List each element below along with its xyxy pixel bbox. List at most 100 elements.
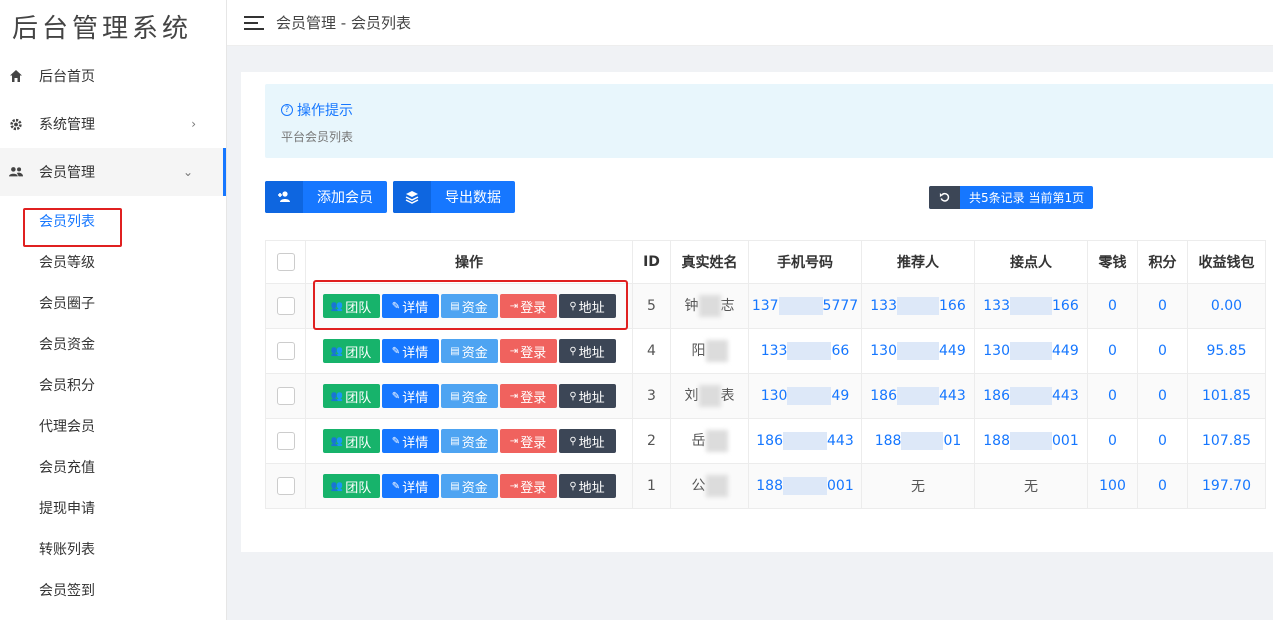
- refresh-icon[interactable]: [929, 186, 960, 209]
- node-cell[interactable]: 186 443: [974, 373, 1088, 419]
- login-button[interactable]: ⇥ 登录: [499, 429, 557, 453]
- login-button[interactable]: ⇥ 登录: [499, 474, 557, 498]
- detail-button[interactable]: ✎ 详情: [381, 429, 439, 453]
- change-cell[interactable]: 0: [1087, 418, 1138, 464]
- row-select-cell: [265, 418, 306, 464]
- header-phone: 手机号码: [748, 240, 862, 284]
- submenu-item-member-level[interactable]: 会员等级: [0, 241, 226, 282]
- team-button[interactable]: 👥 团队: [322, 384, 380, 408]
- row-checkbox[interactable]: [276, 342, 295, 360]
- submenu-item-agent-member[interactable]: 代理会员: [0, 405, 226, 446]
- points-cell[interactable]: 0: [1137, 418, 1188, 464]
- masked-text: [1010, 432, 1052, 450]
- node-cell[interactable]: 133 166: [974, 283, 1088, 329]
- points-cell[interactable]: 0: [1137, 373, 1188, 419]
- phone-cell[interactable]: 186 443: [748, 418, 862, 464]
- wallet-cell[interactable]: 95.85: [1187, 328, 1266, 374]
- address-button[interactable]: ⚲ 地址: [558, 474, 616, 498]
- records-info: 共5条记录 当前第1页: [929, 186, 1094, 209]
- home-icon: [9, 69, 23, 83]
- address-button[interactable]: ⚲ 地址: [558, 429, 616, 453]
- add-member-button[interactable]: 添加会员: [265, 181, 387, 213]
- address-button[interactable]: ⚲ 地址: [558, 294, 616, 318]
- phone-cell[interactable]: 137 5777: [748, 283, 862, 329]
- change-cell[interactable]: 0: [1087, 328, 1138, 374]
- fund-button[interactable]: ▤ 资金: [440, 339, 498, 363]
- node-cell[interactable]: 188 001: [974, 418, 1088, 464]
- row-checkbox[interactable]: [276, 297, 295, 315]
- sign-in-icon: ⇥: [509, 345, 519, 357]
- detail-button[interactable]: ✎ 详情: [381, 384, 439, 408]
- id-cell: 4: [632, 328, 671, 374]
- masked-text: [705, 430, 728, 452]
- change-cell[interactable]: 100: [1087, 463, 1138, 509]
- phone-cell[interactable]: 188 001: [748, 463, 862, 509]
- select-all-checkbox[interactable]: [276, 253, 295, 271]
- sidebar-item-home[interactable]: 后台首页: [0, 52, 226, 100]
- referrer-cell[interactable]: 130 449: [861, 328, 975, 374]
- points-cell[interactable]: 0: [1137, 328, 1188, 374]
- submenu-item-member-signin[interactable]: 会员签到: [0, 569, 226, 610]
- team-button[interactable]: 👥 团队: [322, 294, 380, 318]
- submenu-item-member-circle[interactable]: 会员圈子: [0, 282, 226, 323]
- wallet-cell[interactable]: 101.85: [1187, 373, 1266, 419]
- address-button[interactable]: ⚲ 地址: [558, 384, 616, 408]
- fund-button[interactable]: ▤ 资金: [440, 474, 498, 498]
- team-button[interactable]: 👥 团队: [322, 474, 380, 498]
- detail-button[interactable]: ✎ 详情: [381, 294, 439, 318]
- referrer-cell[interactable]: 186 443: [861, 373, 975, 419]
- pencil-icon: ✎: [391, 435, 401, 447]
- row-checkbox[interactable]: [276, 432, 295, 450]
- points-cell[interactable]: 0: [1137, 463, 1188, 509]
- ops-cell: 👥 团队 ✎ 详情 ▤ 资金 ⇥ 登录 ⚲ 地址: [305, 328, 633, 374]
- sidebar: 后台管理系统 后台首页 系统管理 › 会员管理 ⌄ 会员列表 会员等级 会员圈子…: [0, 0, 227, 620]
- submenu-item-member-fund[interactable]: 会员资金: [0, 323, 226, 364]
- address-button[interactable]: ⚲ 地址: [558, 339, 616, 363]
- change-cell[interactable]: 0: [1087, 373, 1138, 419]
- change-cell[interactable]: 0: [1087, 283, 1138, 329]
- header-referrer: 推荐人: [861, 240, 975, 284]
- users-icon: 👥: [330, 345, 344, 357]
- row-select-cell: [265, 373, 306, 419]
- fund-button[interactable]: ▤ 资金: [440, 429, 498, 453]
- users-icon: [9, 165, 23, 179]
- sidebar-item-label: 后台首页: [39, 69, 95, 85]
- wallet-icon: ▤: [450, 390, 460, 402]
- fund-button[interactable]: ▤ 资金: [440, 294, 498, 318]
- sidebar-item-members[interactable]: 会员管理 ⌄: [0, 148, 226, 196]
- row-select-cell: [265, 328, 306, 374]
- phone-cell[interactable]: 133 66: [748, 328, 862, 374]
- team-button[interactable]: 👥 团队: [322, 429, 380, 453]
- gear-icon: [9, 117, 23, 131]
- export-data-button[interactable]: 导出数据: [393, 181, 515, 213]
- table-row: 👥 团队 ✎ 详情 ▤ 资金 ⇥ 登录 ⚲ 地址 2 岳 186 443 188 01 188 001 …: [265, 418, 1266, 464]
- row-checkbox[interactable]: [276, 387, 295, 405]
- referrer-cell[interactable]: 133 166: [861, 283, 975, 329]
- referrer-cell[interactable]: 188 01: [861, 418, 975, 464]
- id-cell: 3: [632, 373, 671, 419]
- sign-in-icon: ⇥: [509, 300, 519, 312]
- wallet-cell[interactable]: 0.00: [1187, 283, 1266, 329]
- team-button[interactable]: 👥 团队: [322, 339, 380, 363]
- sidebar-item-system[interactable]: 系统管理 ›: [0, 100, 226, 148]
- submenu-item-transfer-list[interactable]: 转账列表: [0, 528, 226, 569]
- login-button[interactable]: ⇥ 登录: [499, 384, 557, 408]
- wallet-cell[interactable]: 197.70: [1187, 463, 1266, 509]
- row-checkbox[interactable]: [276, 477, 295, 495]
- wallet-cell[interactable]: 107.85: [1187, 418, 1266, 464]
- menu-toggle-icon[interactable]: [244, 15, 264, 30]
- submenu-item-member-list[interactable]: 会员列表: [0, 200, 226, 241]
- node-cell[interactable]: 130 449: [974, 328, 1088, 374]
- login-button[interactable]: ⇥ 登录: [499, 294, 557, 318]
- fund-button[interactable]: ▤ 资金: [440, 384, 498, 408]
- masked-text: [897, 297, 939, 315]
- phone-cell[interactable]: 130 49: [748, 373, 862, 419]
- submenu-item-member-recharge[interactable]: 会员充值: [0, 446, 226, 487]
- users-icon: 👥: [330, 300, 344, 312]
- detail-button[interactable]: ✎ 详情: [381, 474, 439, 498]
- submenu-item-member-points[interactable]: 会员积分: [0, 364, 226, 405]
- points-cell[interactable]: 0: [1137, 283, 1188, 329]
- login-button[interactable]: ⇥ 登录: [499, 339, 557, 363]
- submenu-item-withdraw-request[interactable]: 提现申请: [0, 487, 226, 528]
- detail-button[interactable]: ✎ 详情: [381, 339, 439, 363]
